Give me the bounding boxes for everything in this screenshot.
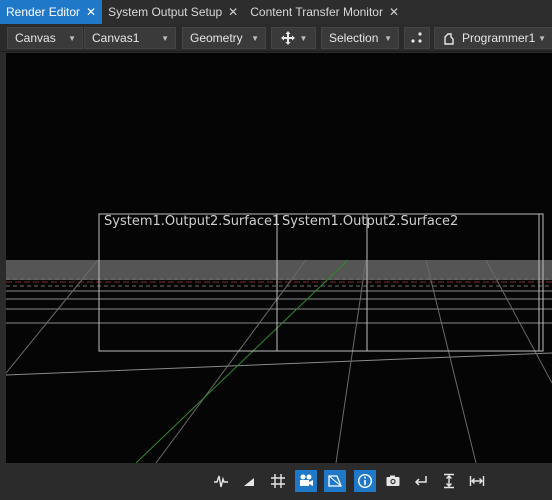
fit-horizontal-button[interactable]: [466, 470, 488, 492]
selection-value: Selection: [329, 31, 379, 45]
perspective-icon: [328, 475, 342, 487]
user-tool-icon: [444, 33, 454, 45]
waveform-button[interactable]: [210, 470, 232, 492]
info-icon: [357, 473, 373, 489]
canvas-name-dropdown[interactable]: Canvas1 ▼: [84, 27, 176, 49]
camera-view-icon: [300, 474, 313, 486]
viewport-bottom-toolbar: [0, 463, 552, 500]
surface2-label: System1.Output2.Surface2: [282, 214, 459, 229]
chevron-down-icon: ▼: [251, 33, 259, 43]
mode-dropdown[interactable]: Geometry ▼: [182, 27, 266, 49]
undo-button[interactable]: [410, 470, 432, 492]
user-value: Programmer1: [462, 31, 536, 45]
chevron-down-icon: ▼: [538, 33, 546, 43]
tab-bar: Render Editor ✕ System Output Setup ✕ Co…: [0, 0, 552, 24]
screenshot-button[interactable]: [382, 470, 404, 492]
ramp-button[interactable]: [238, 470, 260, 492]
horizon-band: [6, 260, 552, 280]
green-axis-line: [135, 259, 349, 463]
fit-vertical-icon: [444, 473, 454, 489]
surface1-label: System1.Output2.Surface1: [104, 214, 281, 229]
grid-icon: [271, 474, 285, 488]
canvas-type-value: Canvas: [15, 31, 56, 45]
chevron-down-icon: ▼: [68, 33, 76, 43]
fit-horizontal-icon: [469, 476, 485, 486]
close-icon[interactable]: ✕: [86, 6, 96, 18]
selection-dropdown[interactable]: Selection ▼: [321, 27, 399, 49]
nodes-icon: [411, 32, 422, 43]
perspective-button[interactable]: [324, 470, 346, 492]
move-tool-dropdown[interactable]: ▼: [271, 27, 316, 49]
close-icon[interactable]: ✕: [389, 6, 399, 18]
ramp-icon: [244, 478, 254, 486]
grid-button[interactable]: [267, 470, 289, 492]
editor-toolbar: Canvas ▼ Canvas1 ▼ Geometry ▼ ▼ Selectio…: [0, 24, 552, 52]
camera-view-button[interactable]: [295, 470, 317, 492]
render-editor-window: Render Editor ✕ System Output Setup ✕ Co…: [0, 0, 552, 500]
grid-line: [425, 259, 477, 463]
canvas-name-value: Canvas1: [92, 31, 140, 45]
tab-label: Render Editor: [6, 5, 81, 19]
move-icon: [280, 31, 295, 45]
tab-content-transfer-monitor[interactable]: Content Transfer Monitor ✕: [244, 0, 405, 24]
chevron-down-icon: ▼: [299, 33, 308, 43]
chevron-down-icon: ▼: [384, 33, 392, 43]
tab-render-editor[interactable]: Render Editor ✕: [0, 0, 103, 24]
scene-canvas: [6, 213, 552, 463]
grid-line: [155, 259, 307, 463]
user-dropdown[interactable]: Programmer1 ▼: [434, 27, 552, 49]
tab-label: System Output Setup: [108, 5, 223, 19]
close-icon[interactable]: ✕: [228, 6, 238, 18]
screenshot-icon: [386, 475, 400, 486]
chevron-down-icon: ▼: [161, 33, 169, 43]
canvas-type-dropdown[interactable]: Canvas ▼: [7, 27, 83, 49]
waveform-icon: [214, 475, 228, 488]
fit-vertical-button[interactable]: [438, 470, 460, 492]
user-selector: Programmer1: [442, 31, 535, 45]
mode-value: Geometry: [190, 31, 243, 45]
info-button[interactable]: [354, 470, 376, 492]
node-tool-button[interactable]: [404, 27, 430, 49]
render-viewport[interactable]: System1.Output2.Surface1 System1.Output2…: [6, 53, 552, 463]
undo-icon: [414, 476, 427, 486]
tab-system-output-setup[interactable]: System Output Setup ✕: [102, 0, 244, 24]
grid-line: [6, 352, 552, 376]
tab-label: Content Transfer Monitor: [250, 5, 383, 19]
